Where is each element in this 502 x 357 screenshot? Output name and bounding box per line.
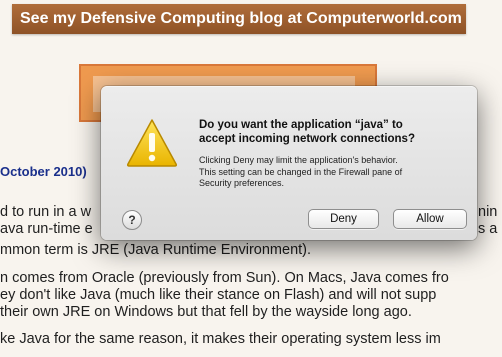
dialog-title-line-2: accept incoming network connections?: [199, 133, 415, 145]
paragraph-2-line-2: ey don't like Java (much like their stan…: [0, 287, 437, 303]
paragraph-1-right-line-2: s a: [478, 221, 498, 237]
article-paragraph-3: ke Java for the same reason, it makes th…: [0, 331, 441, 348]
deny-button[interactable]: Deny: [308, 209, 379, 229]
dialog-message-line-2: This setting can be changed in the Firew…: [199, 166, 403, 177]
dialog-title-line-1: Do you want the application “java” to: [199, 119, 403, 131]
paragraph-2-line-1: n comes from Oracle (previously from Sun…: [0, 270, 449, 286]
article-date: October 2010): [0, 164, 87, 179]
dialog-message: Clicking Deny may limit the application'…: [199, 155, 467, 190]
banner-blog-name: Defensive Computing blog: [80, 10, 284, 27]
firewall-alert-dialog: Do you want the application “java” to ac…: [101, 86, 477, 240]
blog-banner[interactable]: See my Defensive Computing blog at Compu…: [12, 4, 466, 34]
banner-prefix: See my: [20, 10, 81, 27]
paragraph-1-line-3: mmon term is JRE (Java Runtime Environme…: [0, 242, 312, 258]
paragraph-3-line-1: ke Java for the same reason, it makes th…: [0, 331, 441, 347]
article-paragraph-2: n comes from Oracle (previously from Sun…: [0, 270, 449, 321]
article-paragraph-1-right: nin s a: [478, 204, 497, 238]
dialog-message-line-1: Clicking Deny may limit the application'…: [199, 155, 398, 165]
banner-site: Computerworld.com: [306, 10, 462, 27]
dialog-title: Do you want the application “java” to ac…: [199, 118, 461, 146]
banner-middle: at: [283, 10, 307, 27]
allow-button[interactable]: Allow: [393, 209, 467, 229]
paragraph-1-right-line-1: nin: [478, 204, 498, 220]
dialog-message-line-3: Security preferences.: [199, 178, 285, 188]
paragraph-2-line-3: their own JRE on Windows but that fell b…: [0, 304, 412, 320]
warning-icon: [126, 119, 178, 167]
help-button[interactable]: ?: [122, 210, 142, 230]
